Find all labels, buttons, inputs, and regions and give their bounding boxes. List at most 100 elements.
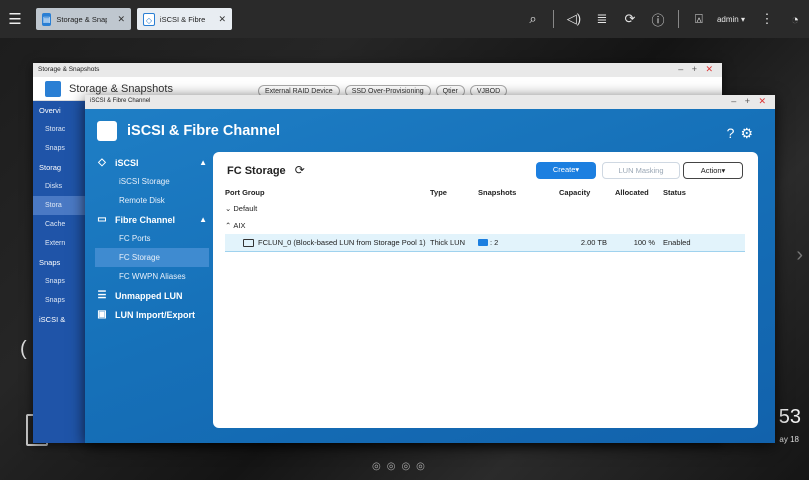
sidebar-item[interactable]: Storag bbox=[33, 158, 89, 177]
group-name: Default bbox=[233, 204, 258, 213]
nav-lun-import-export[interactable]: ▣ LUN Import/Export bbox=[95, 305, 209, 324]
nav-label: Unmapped LUN bbox=[115, 290, 183, 301]
stack-icon[interactable]: ≣ bbox=[588, 11, 616, 27]
info-icon[interactable]: ⓘ bbox=[644, 10, 672, 29]
app-title: iSCSI & Fibre Channel bbox=[127, 123, 281, 139]
gear-icon[interactable]: ⚙ bbox=[740, 125, 759, 141]
group-row-default[interactable]: ⌄ Default bbox=[225, 200, 745, 217]
fc-storage-panel: FC Storage ⟳ Create▾ LUN Masking Action▾… bbox=[213, 152, 758, 428]
nav-iscsi-storage[interactable]: iSCSI Storage bbox=[95, 172, 209, 191]
nav-fc-ports[interactable]: FC Ports bbox=[95, 229, 209, 248]
header-actions: ?⚙ bbox=[727, 125, 759, 142]
nav-fc-wwpn-aliases[interactable]: FC WWPN Aliases bbox=[95, 267, 209, 286]
window-titlebar[interactable]: iSCSI & Fibre Channel – + ✕ bbox=[85, 95, 775, 109]
chevron-up-icon[interactable]: ▲ bbox=[199, 158, 207, 167]
nav-label: LUN Import/Export bbox=[115, 309, 195, 320]
sidebar-item[interactable]: Disks bbox=[33, 177, 89, 196]
lun-allocated: 100 % bbox=[615, 234, 663, 252]
sync-icon[interactable]: ⟳ bbox=[616, 11, 644, 27]
storage-app-icon: ▤ bbox=[42, 12, 52, 26]
desktop-date: ay 18 bbox=[779, 435, 799, 444]
sidebar-item[interactable]: Stora bbox=[33, 196, 89, 215]
col-capacity[interactable]: Capacity bbox=[559, 184, 615, 200]
nav-unmapped-lun[interactable]: ☰ Unmapped LUN bbox=[95, 286, 209, 305]
create-button[interactable]: Create▾ bbox=[536, 162, 596, 179]
volume-icon[interactable]: ◁) bbox=[560, 11, 588, 27]
lun-capacity: 2.00 TB bbox=[559, 234, 615, 252]
nav-label: iSCSI bbox=[115, 157, 139, 168]
close-icon[interactable]: ✕ bbox=[218, 14, 226, 25]
chevron-up-icon[interactable]: ⌃ bbox=[225, 221, 231, 230]
username: admin bbox=[716, 14, 739, 24]
sidebar-item[interactable]: Extern bbox=[33, 234, 89, 253]
desktop-page-dots[interactable]: ◎◎◎◎ bbox=[372, 461, 431, 472]
col-allocated[interactable]: Allocated bbox=[615, 184, 663, 200]
iscsi-app-icon bbox=[97, 121, 117, 141]
sidebar-item[interactable]: Snaps bbox=[33, 272, 89, 291]
window-title: iSCSI & Fibre Channel bbox=[90, 98, 151, 104]
tab-label: Storage & Snapshots bbox=[56, 14, 108, 24]
more-icon[interactable]: ⋮ bbox=[753, 11, 781, 27]
refresh-icon[interactable]: ⟳ bbox=[295, 163, 305, 177]
taskbar-tab-storage[interactable]: ▤ Storage & Snapshots ✕ bbox=[36, 8, 131, 30]
app-header: iSCSI & Fibre Channel bbox=[97, 121, 280, 141]
menu-icon[interactable]: ☰ bbox=[0, 10, 30, 28]
lun-masking-button[interactable]: LUN Masking bbox=[602, 162, 680, 179]
sidebar-item[interactable]: Overvi bbox=[33, 101, 89, 120]
sidebar-item[interactable]: Storac bbox=[33, 120, 89, 139]
group-row-aix[interactable]: ⌃ AIX bbox=[225, 217, 745, 234]
col-type[interactable]: Type bbox=[430, 184, 478, 200]
taskbar-tray: ⌕ ◁) ≣ ⟳ ⓘ ⍓ admin ▾ ⋮ ◔ bbox=[519, 0, 809, 38]
divider bbox=[677, 10, 679, 28]
col-status[interactable]: Status bbox=[663, 184, 745, 200]
dashboard-icon[interactable]: ◔ bbox=[781, 12, 809, 27]
database-icon: ☰ bbox=[97, 290, 107, 301]
action-button[interactable]: Action▾ bbox=[683, 162, 743, 179]
panel-title: FC Storage ⟳ bbox=[227, 163, 305, 177]
lun-disk-icon bbox=[243, 238, 254, 247]
snapshot-icon bbox=[478, 239, 488, 247]
table-row[interactable]: FCLUN_0 (Block-based LUN from Storage Po… bbox=[225, 234, 745, 252]
close-icon[interactable]: ✕ bbox=[117, 14, 125, 25]
chevron-down-icon[interactable]: ⌄ bbox=[225, 204, 231, 213]
storage-app-icon bbox=[45, 80, 61, 97]
iscsi-app-icon: ◇ bbox=[143, 12, 155, 26]
iscsi-icon: ◇ bbox=[98, 157, 106, 168]
nav-fibre-channel[interactable]: ▭ Fibre Channel ▲ bbox=[95, 210, 209, 229]
window-controls[interactable]: – + ✕ bbox=[731, 96, 769, 107]
sidebar-item[interactable]: Snaps bbox=[33, 291, 89, 310]
lun-status: Enabled bbox=[663, 234, 745, 252]
nav-fc-storage[interactable]: FC Storage bbox=[95, 248, 209, 267]
nav-iscsi[interactable]: ◇ iSCSI ▲ bbox=[95, 153, 209, 172]
app-title: Storage & Snapshots bbox=[69, 82, 173, 95]
taskbar-tab-iscsi[interactable]: ◇ iSCSI & Fibre ... ✕ bbox=[137, 8, 232, 30]
col-port-group[interactable]: Port Group bbox=[225, 184, 430, 200]
chevron-right-icon[interactable]: › bbox=[796, 244, 803, 267]
sidebar-nav: ◇ iSCSI ▲ iSCSI Storage Remote Disk ▭ Fi… bbox=[95, 153, 209, 324]
panel-heading: FC Storage bbox=[227, 165, 286, 177]
tab-label: iSCSI & Fibre ... bbox=[159, 14, 209, 24]
lun-type: Thick LUN bbox=[430, 234, 478, 252]
user-menu[interactable]: admin ▾ bbox=[717, 15, 745, 24]
group-name: AIX bbox=[233, 221, 246, 230]
nav-remote-disk[interactable]: Remote Disk bbox=[95, 191, 209, 210]
lun-name: FCLUN_0 (Block-based LUN from Storage Po… bbox=[258, 237, 426, 247]
sidebar-item[interactable]: iSCSI & bbox=[33, 310, 89, 329]
fc-storage-table: Port Group Type Snapshots Capacity Alloc… bbox=[225, 184, 745, 252]
desktop-clock: 53 bbox=[778, 406, 801, 428]
sidebar-item[interactable]: Cache bbox=[33, 215, 89, 234]
divider bbox=[552, 10, 554, 28]
window-controls[interactable]: – + ✕ bbox=[678, 64, 716, 75]
taskbar: ☰ ▤ Storage & Snapshots ✕ ◇ iSCSI & Fibr… bbox=[0, 0, 809, 38]
col-snapshots[interactable]: Snapshots bbox=[478, 184, 559, 200]
help-icon[interactable]: ? bbox=[727, 125, 741, 141]
search-icon[interactable]: ⌕ bbox=[519, 11, 547, 27]
fibre-channel-icon: ▭ bbox=[97, 214, 107, 225]
back-sidebar: Overvi Storac Snaps Storag Disks Stora C… bbox=[33, 101, 89, 443]
sidebar-item[interactable]: Snaps bbox=[33, 139, 89, 158]
chevron-up-icon[interactable]: ▲ bbox=[199, 215, 207, 224]
window-titlebar[interactable]: Storage & Snapshots – + ✕ bbox=[33, 63, 722, 77]
user-icon[interactable]: ⍓ bbox=[685, 11, 713, 27]
sidebar-item[interactable]: Snaps bbox=[33, 253, 89, 272]
table-header: Port Group Type Snapshots Capacity Alloc… bbox=[225, 184, 745, 200]
